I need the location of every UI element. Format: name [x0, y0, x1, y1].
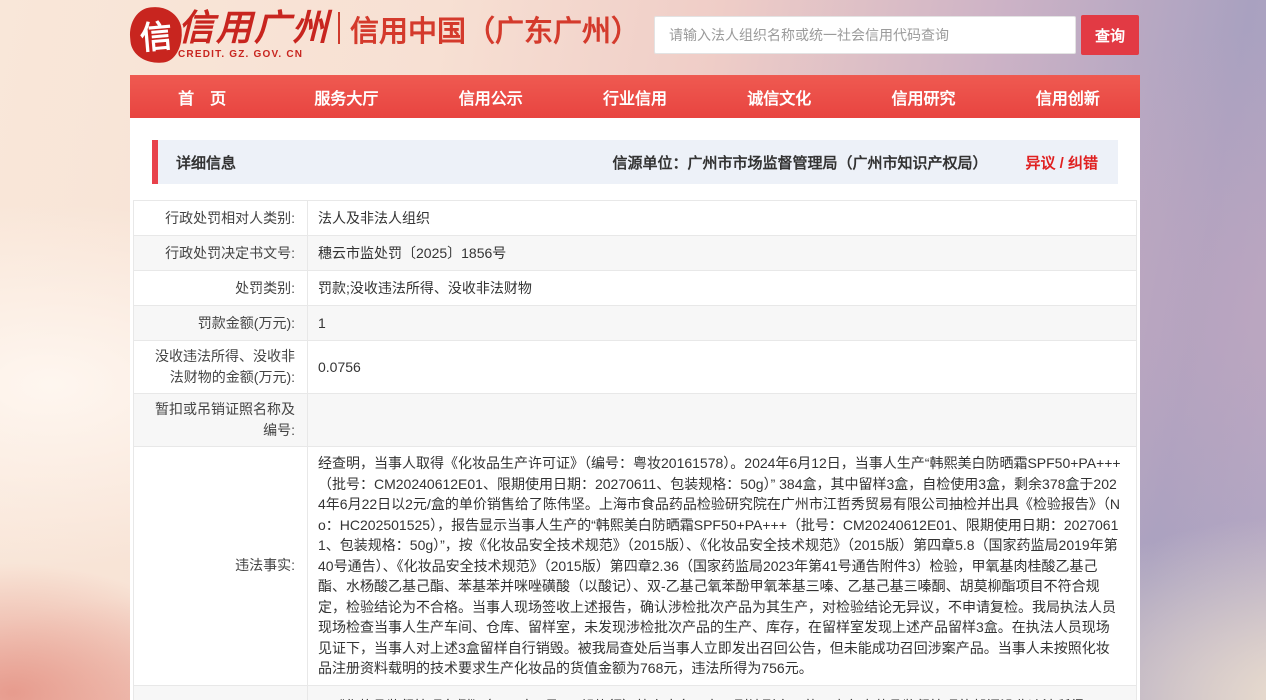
- search-button[interactable]: 查询: [1081, 15, 1139, 55]
- nav-item-home[interactable]: 首 页: [130, 75, 274, 118]
- main-nav: 首 页 服务大厅 信用公示 行业信用 诚信文化 信用研究 信用创新: [130, 75, 1140, 118]
- site-title: 信用中国（广东广州）: [350, 8, 640, 50]
- row-label: [134, 686, 308, 700]
- logo-seal-icon: 信: [128, 5, 185, 65]
- row-value: ①《化妆品监督管理条例》（2021年1月1日起施行）第六十条：有下列情形之一的，…: [308, 686, 1136, 700]
- top-header: 信 信用广州 CREDIT. GZ. GOV. CN 信用中国（广东广州） 查询: [0, 0, 1266, 75]
- row-label: 暂扣或吊销证照名称及编号:: [134, 394, 308, 446]
- table-row: 行政处罚相对人类别: 法人及非法人组织: [134, 201, 1136, 236]
- logo-text: 信用广州: [178, 10, 330, 46]
- table-row: 处罚类别: 罚款;没收违法所得、没收非法财物: [134, 271, 1136, 306]
- row-label: 没收违法所得、没收非法财物的金额(万元):: [134, 341, 308, 393]
- row-value: 0.0756: [308, 341, 1136, 393]
- nav-item-credit-publicity[interactable]: 信用公示: [419, 75, 563, 118]
- row-value: 穗云市监处罚〔2025〕1856号: [308, 236, 1136, 270]
- table-row: 罚款金额(万元): 1: [134, 306, 1136, 341]
- nav-item-integrity-culture[interactable]: 诚信文化: [707, 75, 851, 118]
- detail-header-bar: 详细信息 信源单位：广州市市场监督管理局（广州市知识产权局） 异议 / 纠错: [152, 140, 1118, 184]
- nav-item-credit-innovation[interactable]: 信用创新: [996, 75, 1140, 118]
- penalty-detail-table: 行政处罚相对人类别: 法人及非法人组织 行政处罚决定书文号: 穗云市监处罚〔20…: [133, 200, 1137, 700]
- red-accent-bar: [152, 140, 158, 184]
- row-label: 罚款金额(万元):: [134, 306, 308, 340]
- row-value: 经查明，当事人取得《化妆品生产许可证》（编号：粤妆20161578）。2024年…: [308, 447, 1136, 685]
- row-label: 行政处罚决定书文号:: [134, 236, 308, 270]
- logo-subtext: CREDIT. GZ. GOV. CN: [178, 49, 330, 60]
- site-logo[interactable]: 信 信用广州 CREDIT. GZ. GOV. CN: [130, 7, 330, 63]
- dispute-correction-link[interactable]: 异议 / 纠错: [1025, 152, 1098, 173]
- table-row: 没收违法所得、没收非法财物的金额(万元): 0.0756: [134, 341, 1136, 394]
- source-unit-label: 信源单位：广州市市场监督管理局（广州市知识产权局）: [612, 152, 987, 173]
- row-value: 法人及非法人组织: [308, 201, 1136, 235]
- table-row: 行政处罚决定书文号: 穗云市监处罚〔2025〕1856号: [134, 236, 1136, 271]
- row-value: 1: [308, 306, 1136, 340]
- row-value: 罚款;没收违法所得、没收非法财物: [308, 271, 1136, 305]
- logo-divider: [338, 12, 340, 44]
- search-input[interactable]: [654, 16, 1076, 54]
- nav-item-credit-research[interactable]: 信用研究: [851, 75, 995, 118]
- content-panel: 详细信息 信源单位：广州市市场监督管理局（广州市知识产权局） 异议 / 纠错 行…: [130, 118, 1140, 700]
- table-row: ①《化妆品监督管理条例》（2021年1月1日起施行）第六十条：有下列情形之一的，…: [134, 686, 1136, 700]
- table-row: 暂扣或吊销证照名称及编号:: [134, 394, 1136, 447]
- search-bar: 查询: [654, 15, 1139, 55]
- row-value: [308, 394, 1136, 446]
- row-label: 处罚类别:: [134, 271, 308, 305]
- nav-item-industry-credit[interactable]: 行业信用: [563, 75, 707, 118]
- row-label: 违法事实:: [134, 447, 308, 685]
- table-row: 违法事实: 经查明，当事人取得《化妆品生产许可证》（编号：粤妆20161578）…: [134, 447, 1136, 686]
- row-label: 行政处罚相对人类别:: [134, 201, 308, 235]
- page-title: 详细信息: [176, 152, 236, 173]
- nav-item-service-hall[interactable]: 服务大厅: [274, 75, 418, 118]
